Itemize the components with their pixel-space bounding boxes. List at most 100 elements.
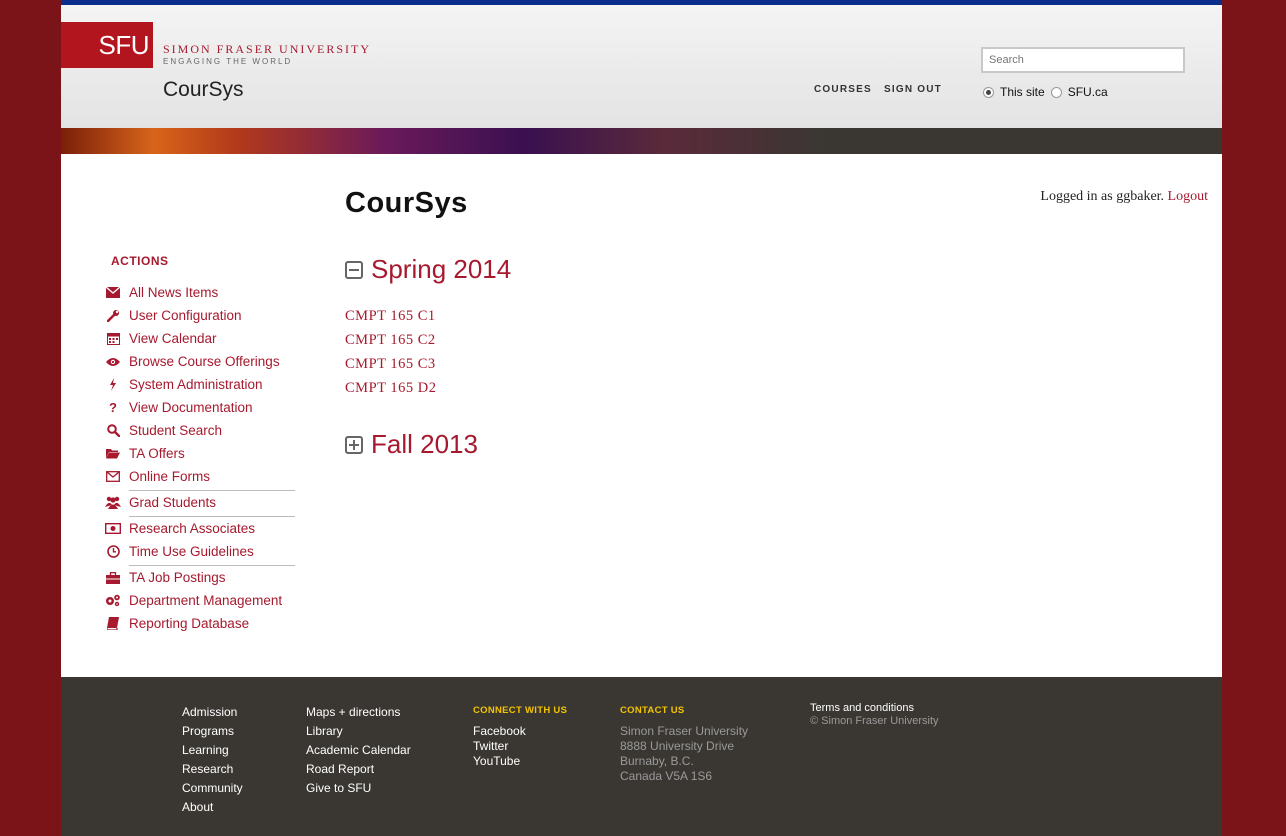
question-icon: ? [109, 400, 117, 415]
course-link[interactable]: CMPT 165 D2 [345, 380, 436, 397]
expand-icon[interactable] [345, 435, 363, 454]
term-spring-2014[interactable]: Spring 2014 [345, 254, 511, 285]
radio-this-site-label[interactable]: This site [1000, 85, 1045, 99]
login-status: Logged in as ggbaker. Logout [1040, 189, 1208, 205]
page: SFU SIMON FRASER UNIVERSITY ENGAGING THE… [61, 0, 1222, 836]
sidebar-item-label: User Configuration [129, 308, 242, 323]
envelope-outline-icon [105, 470, 121, 484]
contact-heading: CONTACT US [620, 705, 685, 716]
sidebar-item-all-news-items[interactable]: All News Items [105, 285, 218, 300]
radio-sfu-ca[interactable] [1050, 86, 1062, 98]
footer-connect: CONNECT WITH US Facebook Twitter YouTube [473, 704, 567, 769]
eye-icon [105, 355, 121, 369]
footer-link[interactable]: Learning [182, 741, 243, 760]
footer-link[interactable]: Library [306, 722, 411, 741]
group-icon [105, 496, 121, 510]
site-header: SFU SIMON FRASER UNIVERSITY ENGAGING THE… [61, 5, 1222, 128]
footer-link[interactable]: Research [182, 760, 243, 779]
wrench-icon [105, 309, 121, 323]
contact-line: Burnaby, B.C. [620, 754, 694, 768]
envelope-icon [105, 286, 121, 300]
radio-this-site[interactable] [983, 86, 994, 98]
site-footer: Admission Programs Learning Research Com… [61, 677, 1222, 836]
sidebar-item-student-search[interactable]: Student Search [105, 423, 222, 438]
sidebar-item-label: All News Items [129, 285, 219, 300]
twitter-link[interactable]: Twitter [473, 739, 567, 754]
folder-icon [105, 447, 121, 461]
sidebar-item-label: Browse Course Offerings [129, 354, 280, 369]
collapse-icon[interactable] [345, 260, 363, 279]
sidebar-item-label: Time Use Guidelines [129, 544, 254, 559]
actions-heading: ACTIONS [111, 254, 169, 268]
sidebar-divider [129, 565, 295, 566]
sidebar-item-user-configuration[interactable]: User Configuration [105, 308, 242, 323]
footer-col-2: Maps + directions Library Academic Calen… [306, 703, 411, 798]
sidebar-item-department-management[interactable]: Department Management [105, 593, 282, 608]
youtube-link[interactable]: YouTube [473, 754, 567, 769]
contact-line: Canada V5A 1S6 [620, 769, 713, 783]
sidebar-item-online-forms[interactable]: Online Forms [105, 469, 210, 484]
bolt-icon [105, 378, 121, 392]
sidebar-item-label: Research Associates [129, 521, 256, 536]
sidebar-item-label: Student Search [129, 423, 223, 438]
sidebar-item-ta-job-postings[interactable]: TA Job Postings [105, 570, 226, 585]
nav-courses[interactable]: COURSES [814, 84, 872, 95]
course-link[interactable]: CMPT 165 C2 [345, 332, 436, 349]
course-link[interactable]: CMPT 165 C1 [345, 308, 436, 325]
footer-link[interactable]: Programs [182, 722, 243, 741]
page-title: CourSys [345, 187, 468, 219]
footer-link[interactable]: Give to SFU [306, 779, 411, 798]
sidebar-item-label: Grad Students [129, 495, 217, 510]
radio-sfu-ca-label[interactable]: SFU.ca [1068, 85, 1108, 99]
calendar-icon [105, 332, 121, 346]
sidebar-item-label: TA Job Postings [129, 570, 226, 585]
sidebar-item-view-calendar[interactable]: View Calendar [105, 331, 217, 346]
header-banner-image [61, 128, 1222, 154]
term-title: Fall 2013 [371, 429, 478, 459]
sidebar-item-research-associates[interactable]: Research Associates [105, 521, 255, 536]
site-title[interactable]: CourSys [163, 78, 244, 102]
sidebar-item-reporting-database[interactable]: Reporting Database [105, 616, 249, 631]
footer-link[interactable]: Admission [182, 703, 243, 722]
footer-link[interactable]: About [182, 798, 243, 817]
term-fall-2013[interactable]: Fall 2013 [345, 429, 478, 460]
terms-link[interactable]: Terms and conditions [810, 702, 939, 715]
sidebar-item-label: TA Offers [129, 446, 185, 461]
sfu-logo[interactable]: SFU [61, 22, 153, 68]
clock-icon [105, 545, 121, 559]
sidebar-item-label: Department Management [129, 593, 283, 608]
course-link[interactable]: CMPT 165 C3 [345, 356, 436, 373]
footer-link[interactable]: Academic Calendar [306, 741, 411, 760]
sidebar-item-label: Online Forms [129, 469, 211, 484]
briefcase-icon [105, 571, 121, 585]
sidebar-item-view-documentation[interactable]: ? View Documentation [105, 400, 253, 415]
university-tagline: ENGAGING THE WORLD [163, 57, 293, 66]
sidebar-item-grad-students[interactable]: Grad Students [105, 495, 216, 510]
footer-link[interactable]: Road Report [306, 760, 411, 779]
university-name[interactable]: SIMON FRASER UNIVERSITY [163, 42, 371, 57]
footer-link[interactable]: Community [182, 779, 243, 798]
sidebar-item-ta-offers[interactable]: TA Offers [105, 446, 185, 461]
search-icon [105, 424, 121, 438]
term-title: Spring 2014 [371, 254, 512, 284]
book-icon [105, 617, 121, 631]
sidebar-item-time-use-guidelines[interactable]: Time Use Guidelines [105, 544, 254, 559]
nav-sign-out[interactable]: SIGN OUT [884, 84, 942, 95]
copyright: © Simon Fraser University [810, 715, 939, 727]
footer-contact: CONTACT US Simon Fraser University 8888 … [620, 704, 748, 784]
money-icon [105, 522, 121, 536]
search-input[interactable] [981, 47, 1185, 73]
connect-heading: CONNECT WITH US [473, 705, 568, 716]
contact-line: Simon Fraser University [620, 724, 749, 738]
gears-icon [105, 594, 121, 608]
sidebar-item-browse-course-offerings[interactable]: Browse Course Offerings [105, 354, 280, 369]
sidebar-item-label: Reporting Database [129, 616, 250, 631]
footer-link[interactable]: Maps + directions [306, 703, 411, 722]
sidebar-item-label: View Calendar [129, 331, 217, 346]
logout-link[interactable]: Logout [1168, 189, 1208, 204]
sidebar-divider [129, 490, 295, 491]
search-scope: This site SFU.ca [983, 85, 1108, 99]
sidebar-divider [129, 516, 295, 517]
sidebar-item-system-administration[interactable]: System Administration [105, 377, 263, 392]
facebook-link[interactable]: Facebook [473, 724, 567, 739]
